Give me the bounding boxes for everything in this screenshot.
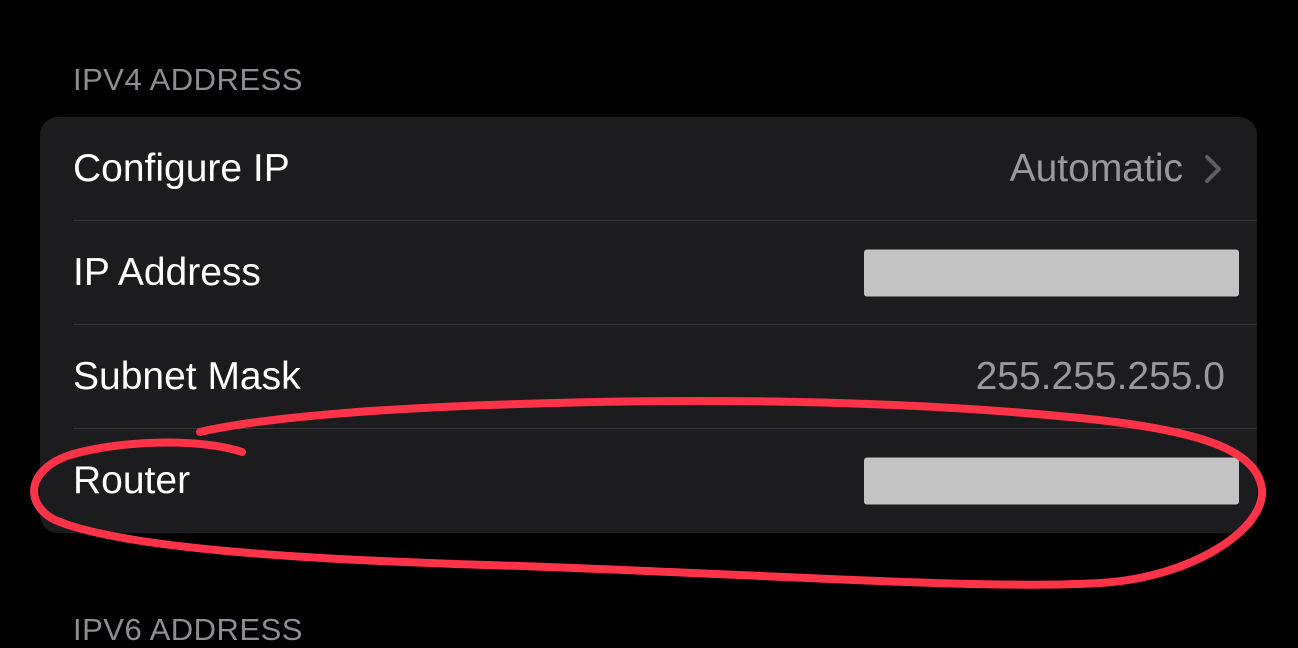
subnet-mask-label: Subnet Mask <box>73 355 301 398</box>
subnet-mask-value: 255.255.255.0 <box>975 355 1225 398</box>
router-redacted-value <box>864 457 1239 505</box>
section-header-ipv4: IPV4 ADDRESS <box>73 62 303 97</box>
ip-address-row: IP Address <box>40 221 1257 325</box>
ipv4-settings-group: Configure IP Automatic IP Address Subnet… <box>40 117 1257 533</box>
configure-ip-label: Configure IP <box>73 147 290 190</box>
ip-address-label: IP Address <box>73 251 261 294</box>
configure-ip-row[interactable]: Configure IP Automatic <box>40 117 1257 221</box>
router-label: Router <box>73 459 191 502</box>
router-row: Router <box>40 429 1257 533</box>
ip-address-redacted-value <box>864 249 1239 297</box>
section-header-ipv6: IPV6 ADDRESS <box>73 612 303 647</box>
subnet-mask-row: Subnet Mask 255.255.255.0 <box>40 325 1257 429</box>
chevron-right-icon <box>1205 155 1221 183</box>
configure-ip-value: Automatic <box>1009 147 1183 190</box>
